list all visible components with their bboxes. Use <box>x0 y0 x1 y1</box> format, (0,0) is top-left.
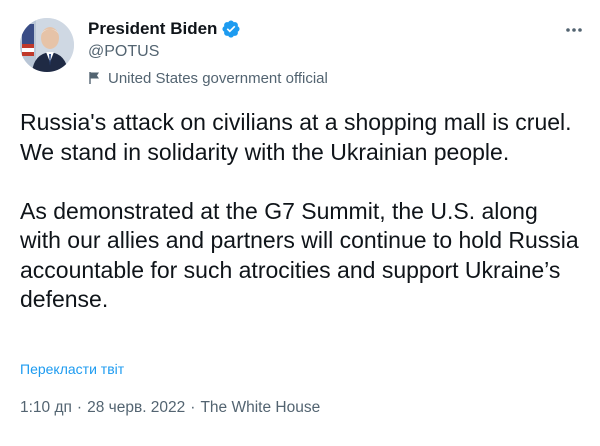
tweet-source[interactable]: The White House <box>200 399 320 417</box>
tweet-card: President Biden @POTUS United States gov… <box>0 0 600 446</box>
tweet-paragraph-2: As demonstrated at the G7 Summit, the U.… <box>20 197 579 313</box>
meta-separator: · <box>190 399 196 416</box>
tweet-text: Russia's attack on civilians at a shoppi… <box>20 108 580 315</box>
meta-separator: · <box>76 399 83 416</box>
avatar[interactable] <box>20 18 74 72</box>
flag-icon <box>88 71 102 85</box>
tweet-date[interactable]: 28 черв. 2022 <box>87 399 185 417</box>
tweet-paragraph-1: Russia's attack on civilians at a shoppi… <box>20 109 572 165</box>
translate-tweet-link[interactable]: Перекласти твіт <box>20 361 124 377</box>
name-row: President Biden <box>88 18 328 40</box>
tweet-meta: 1:10 дп · 28 черв. 2022 · The White Hous… <box>20 399 320 417</box>
account-label-text: United States government official <box>108 69 328 87</box>
author-block: President Biden @POTUS United States gov… <box>88 18 328 88</box>
handle[interactable]: @POTUS <box>88 41 328 63</box>
account-label: United States government official <box>88 68 328 88</box>
more-options-icon[interactable] <box>562 18 586 42</box>
verified-badge-icon <box>221 19 241 39</box>
display-name[interactable]: President Biden <box>88 19 217 39</box>
tweet-time[interactable]: 1:10 дп <box>20 399 72 417</box>
avatar-image <box>20 18 74 72</box>
